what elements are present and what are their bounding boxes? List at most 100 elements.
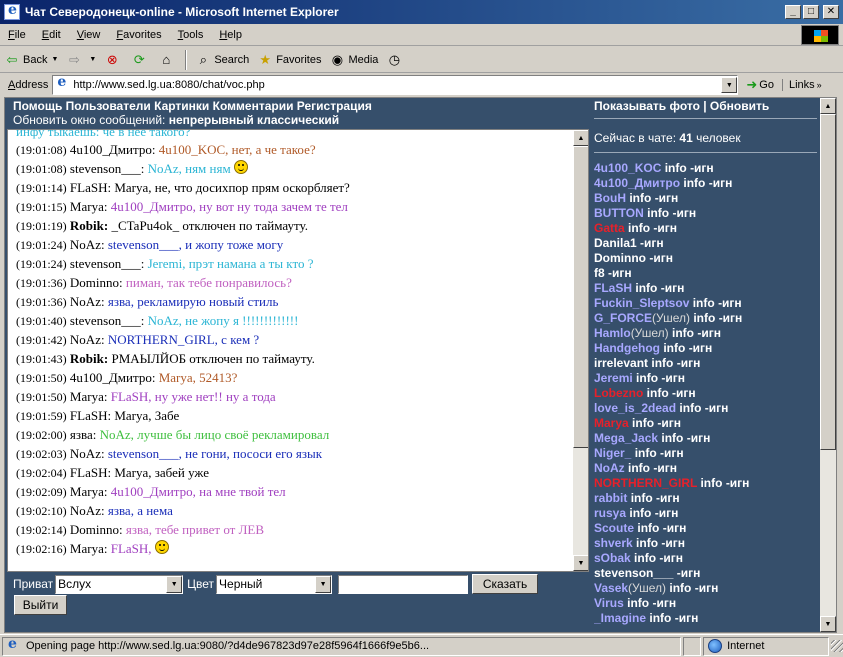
user-ignore-link[interactable]: -игн (675, 611, 699, 625)
message-input[interactable] (338, 574, 469, 594)
user-name-link[interactable]: Hamlo (594, 326, 631, 340)
user-info-link[interactable]: info (627, 596, 649, 610)
media-button[interactable]: ◉ Media (325, 49, 382, 71)
page-scroll-down-icon[interactable]: ▼ (820, 616, 836, 632)
user-name-link[interactable]: shverk (594, 536, 633, 550)
close-button[interactable]: ✕ (823, 5, 839, 19)
user-ignore-link[interactable]: -игн (660, 446, 684, 460)
message-author[interactable]: Dominno: (70, 275, 123, 290)
user-ignore-link[interactable]: -игн (695, 581, 719, 595)
message-author[interactable]: Marya: (70, 389, 108, 404)
message-author[interactable]: Robik: (70, 351, 108, 366)
color-select[interactable]: Черный ▼ (216, 574, 333, 594)
user-ignore-link[interactable]: -игн (661, 536, 685, 550)
address-dropdown-icon[interactable]: ▼ (721, 77, 738, 93)
user-ignore-link[interactable]: -игн (655, 506, 679, 520)
user-info-link[interactable]: info (629, 506, 651, 520)
chat-scrollbar[interactable]: ▲ ▼ (573, 130, 588, 571)
user-name-link[interactable]: Handgehog (594, 341, 660, 355)
page-scroll-thumb[interactable] (820, 114, 836, 450)
maximize-button[interactable]: □ (803, 5, 819, 19)
user-info-link[interactable]: info (649, 611, 671, 625)
user-info-link[interactable]: info (693, 311, 715, 325)
user-name-link[interactable]: stevenson___ (594, 566, 673, 580)
favorites-button[interactable]: ★ Favorites (253, 49, 325, 71)
user-name-link[interactable]: Vasek (594, 581, 628, 595)
user-name-link[interactable]: NORTHERN_GIRL (594, 476, 697, 490)
user-info-link[interactable]: info (693, 296, 715, 310)
user-info-link[interactable]: info (651, 356, 673, 370)
back-button[interactable]: ⇦ Back ▼ (0, 49, 62, 71)
user-ignore-link[interactable]: -игн (661, 281, 685, 295)
user-info-link[interactable]: info (647, 386, 669, 400)
user-name-link[interactable]: Gatta (594, 221, 625, 235)
address-input[interactable]: http://www.sed.lg.ua:8080/chat/voc.php ▼ (52, 74, 739, 95)
user-ignore-link[interactable]: -игн (659, 551, 683, 565)
user-ignore-link[interactable]: -игн (687, 431, 711, 445)
user-ignore-link[interactable]: -игн (718, 296, 742, 310)
color-dropdown-icon[interactable]: ▼ (315, 575, 332, 593)
menu-favorites[interactable]: Favorites (108, 29, 169, 41)
user-ignore-link[interactable]: -игн (697, 326, 721, 340)
message-author[interactable]: 4u100_Дмитро: (70, 370, 156, 385)
user-ignore-link[interactable]: -игн (653, 461, 677, 475)
forward-dropdown-icon[interactable]: ▼ (89, 56, 96, 63)
user-info-link[interactable]: info (634, 551, 656, 565)
user-ignore-link[interactable]: -игн (661, 371, 685, 385)
menu-view[interactable]: View (69, 29, 109, 41)
user-info-link[interactable]: info (632, 416, 654, 430)
user-name-link[interactable]: Fuckin_Sleptsov (594, 296, 689, 310)
user-info-link[interactable]: info (629, 191, 651, 205)
user-info-link[interactable]: info (636, 371, 658, 385)
user-name-link[interactable]: FLaSH (594, 281, 632, 295)
user-name-link[interactable]: Danila1 (594, 236, 637, 250)
user-info-link[interactable]: info (647, 206, 669, 220)
search-button[interactable]: ⌕ Search (191, 49, 253, 71)
go-button[interactable]: ➜ Go (738, 77, 782, 93)
message-author[interactable]: Robik: (70, 218, 108, 233)
message-author[interactable]: язва: (70, 427, 96, 442)
user-ignore-link[interactable]: -игн (672, 206, 696, 220)
refresh-button[interactable]: ⟳ (127, 49, 154, 71)
address-url[interactable]: http://www.sed.lg.ua:8080/chat/voc.php (73, 79, 721, 91)
menu-file[interactable]: File (0, 29, 34, 41)
user-ignore-link[interactable]: -игн (655, 191, 679, 205)
user-ignore-link[interactable]: -игн (677, 566, 701, 580)
message-author[interactable]: NoAz: (70, 294, 105, 309)
user-name-link[interactable]: Dominno (594, 251, 646, 265)
user-ignore-link[interactable]: -игн (690, 161, 714, 175)
menu-edit[interactable]: Edit (34, 29, 69, 41)
user-info-link[interactable]: info (700, 476, 722, 490)
chat-scroll-thumb[interactable] (573, 146, 588, 448)
users-panel-header[interactable]: Показывать фото | Обновить (594, 99, 769, 113)
forward-button[interactable]: ⇨ ▼ (62, 49, 100, 71)
message-author[interactable]: FLaSH: (70, 408, 111, 423)
user-ignore-link[interactable]: -игн (652, 596, 676, 610)
user-info-link[interactable]: info (669, 581, 691, 595)
user-ignore-link[interactable]: -игн (719, 311, 743, 325)
user-ignore-link[interactable]: -игн (705, 401, 729, 415)
user-name-link[interactable]: f8 (594, 266, 605, 280)
home-button[interactable]: ⌂ (154, 49, 181, 71)
links-button[interactable]: Links» (781, 79, 822, 91)
user-info-link[interactable]: info (679, 401, 701, 415)
message-author[interactable]: NoAz: (70, 503, 105, 518)
page-scroll-up-icon[interactable]: ▲ (820, 98, 836, 114)
message-author[interactable]: NoAz: (70, 237, 105, 252)
ie-app-icon[interactable] (4, 2, 20, 20)
user-name-link[interactable]: Mega_Jack (594, 431, 658, 445)
user-name-link[interactable]: BUTTON (594, 206, 644, 220)
user-info-link[interactable]: info (683, 176, 705, 190)
back-dropdown-icon[interactable]: ▼ (51, 56, 58, 63)
user-info-link[interactable]: info (628, 221, 650, 235)
message-author[interactable]: FLaSH: (70, 180, 111, 195)
message-author[interactable]: stevenson___: (70, 256, 144, 271)
user-ignore-link[interactable]: -игн (677, 356, 701, 370)
user-info-link[interactable]: info (672, 326, 694, 340)
user-name-link[interactable]: rusya (594, 506, 626, 520)
menu-help[interactable]: Help (211, 29, 250, 41)
message-author[interactable]: Marya: (70, 199, 108, 214)
chat-message-log[interactable]: инфу тыкаешь: че в нее такого? (19:01:08… (7, 129, 589, 572)
user-info-link[interactable]: info (665, 161, 687, 175)
private-dropdown-icon[interactable]: ▼ (166, 575, 183, 593)
